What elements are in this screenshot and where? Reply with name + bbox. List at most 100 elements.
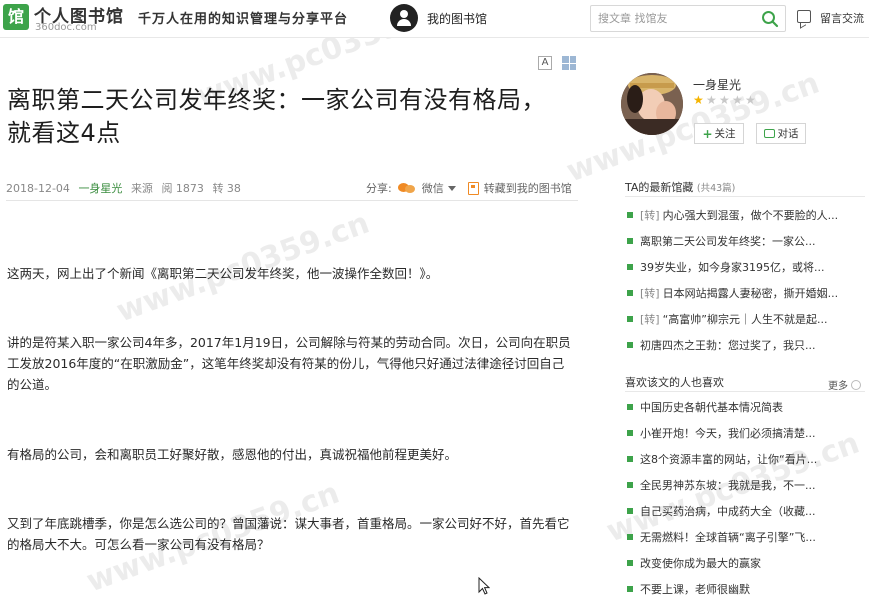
related-heading: 喜欢该文的人也喜欢 [625,376,724,389]
star-icon: ★ [719,93,730,107]
divider [625,391,865,392]
bullet-icon [627,290,633,296]
source-label: 来源 [130,182,153,195]
article-title: 离职第二天公司发年终奖：一家公司有没有格局，就看这4点 [7,86,546,147]
user-rating: ★ ★ ★ ★ ★ [693,94,757,106]
plus-icon: + [702,126,713,141]
bullet-icon [627,586,633,592]
repost-tag: [转] [640,287,660,300]
user-icon [390,4,418,32]
related-item-title: 这8个资源丰富的网站，让你“看片... [640,453,818,466]
chat-button[interactable]: 对话 [756,123,806,144]
save-to-library-button[interactable]: 转藏到我的图书馆 [484,180,572,196]
related-item-title: 改变使你成为最大的赢家 [640,557,761,570]
latest-collection-item[interactable]: 39岁失业，如今身家3195亿，或将... [627,254,838,280]
related-item[interactable]: 小崔开炮！今天，我们必须搞清楚... [627,420,817,446]
bullet-icon [627,238,633,244]
related-item-title: 全民男神苏东坡：我就是我，不一... [640,479,816,492]
article-paragraph: 这两天，网上出了个新闻《离职第二天公司发年终奖，他一波操作全数回！》。 [7,266,439,281]
latest-collection-item-title: 内心强大到混蛋，做个不要脸的人... [662,209,839,222]
message-icon[interactable] [797,10,811,23]
latest-collection-item[interactable]: [转] “高富帅”柳宗元｜人生不就是起... [627,306,838,332]
star-icon: ★ [745,93,756,107]
related-list: 中国历史各朝代基本情况简表小崔开炮！今天，我们必须搞清楚... 这8个资源丰富的网… [627,394,817,601]
bullet-icon [627,430,633,436]
related-item[interactable]: 中国历史各朝代基本情况简表 [627,394,817,420]
save-icon[interactable] [467,181,479,195]
follow-label: 关注 [714,128,736,140]
view-count: 阅 1873 [161,182,204,195]
chat-label: 对话 [777,128,799,140]
related-item-title: 不要上课，老师很幽默 [640,583,750,596]
logo-domain: 360doc.com [35,22,97,33]
latest-collection-item-title: 初唐四杰之王勃：您过奖了，我只... [640,339,816,352]
profile-username-link[interactable]: 一身星光 [693,76,741,93]
related-item[interactable]: 这8个资源丰富的网站，让你“看片... [627,446,817,472]
latest-collection-item-title: 日本网站揭露人妻秘密，撕开婚姻... [662,287,839,300]
repost-tag: [转] [640,209,660,222]
related-item-title: 自己买药治病，中成药大全（收藏... [640,505,816,518]
latest-collection-item-title: 离职第二天公司发年终奖：一家公... [640,235,816,248]
bullet-icon [627,482,633,488]
follow-button[interactable]: + 关注 [694,123,744,144]
related-item-title: 无需燃料！全球首辆“离子引擎”飞... [640,531,816,544]
related-item[interactable]: 全民男神苏东坡：我就是我，不一... [627,472,817,498]
article-paragraph: 有格局的公司，会和离职员工好聚好散，感恩他的付出，真诚祝福他前程更美好。 [7,447,458,462]
logo-icon[interactable]: 馆 [3,4,29,30]
article-paragraph: 讲的是符某入职一家公司4年多，2017年1月19日，公司解除与符某的劳动合同。次… [7,335,571,392]
latest-collection-heading: TA的最新馆藏 (共43篇) [625,181,736,194]
bullet-icon [627,534,633,540]
divider [625,196,865,197]
mouse-cursor-icon [478,577,490,595]
bullet-icon [627,316,633,322]
bullet-icon [627,456,633,462]
font-size-button[interactable]: A [538,56,552,70]
wechat-share-button[interactable]: 微信 [422,180,444,196]
search-input[interactable] [591,6,751,31]
bullet-icon [627,264,633,270]
more-link[interactable]: 更多 [828,377,861,392]
article-meta: 2018-12-04 一身星光 来源 阅 1873 转 38 [6,180,246,196]
bullet-icon [627,342,633,348]
related-item[interactable]: 不要上课，老师很幽默 [627,576,817,601]
star-icon: ★ [693,93,704,107]
article-date: 2018-12-04 [6,182,70,195]
related-item[interactable]: 自己买药治病，中成药大全（收藏... [627,498,817,524]
divider [6,200,578,201]
bullet-icon [627,508,633,514]
layout-toggle-icon[interactable] [562,56,576,70]
related-item-title: 中国历史各朝代基本情况简表 [640,401,783,414]
repost-tag: [转] [640,313,660,326]
article-author-link[interactable]: 一身星光 [78,182,122,195]
my-library-label: 我的图书馆 [427,11,488,26]
latest-collection-item[interactable]: [转] 内心强大到混蛋，做个不要脸的人... [627,202,838,228]
message-link[interactable]: 留言交流 [820,10,864,26]
related-item[interactable]: 无需燃料！全球首辆“离子引擎”飞... [627,524,817,550]
star-icon: ★ [706,93,717,107]
site-slogan: 千万人在用的知识管理与分享平台 [138,12,349,27]
latest-collection-item[interactable]: 离职第二天公司发年终奖：一家公... [627,228,838,254]
bullet-icon [627,212,633,218]
star-icon: ★ [732,93,743,107]
chevron-down-icon[interactable] [447,185,456,191]
search-box [590,5,786,32]
article-paragraph: 又到了年底跳槽季，你是怎么选公司的？曾国藩说：谋大事者，首重格局。一家公司好不好… [7,516,570,552]
search-icon[interactable] [761,10,779,28]
bullet-icon [627,404,633,410]
latest-collection-item[interactable]: [转] 日本网站揭露人妻秘密，撕开婚姻... [627,280,838,306]
bullet-icon [627,560,633,566]
chat-icon [763,129,775,138]
site-header: 馆 个人图书馆 360doc.com 千万人在用的知识管理与分享平台 我的图书馆… [0,0,869,38]
related-item[interactable]: 改变使你成为最大的赢家 [627,550,817,576]
latest-collection-count: (共43篇) [696,183,736,194]
latest-collection-item-title: “高富帅”柳宗元｜人生不就是起... [662,313,828,326]
latest-collection-list: [转] 内心强大到混蛋，做个不要脸的人... 离职第二天公司发年终奖：一家公... 3… [627,202,838,358]
repost-count: 转 38 [212,182,241,195]
share-bar: 分享: 微信 转藏到我的图书馆 [366,180,572,196]
latest-collection-item-title: 39岁失业，如今身家3195亿，或将... [640,261,825,274]
wechat-icon[interactable] [397,182,416,194]
my-library-link[interactable]: 我的图书馆 [390,3,487,33]
latest-collection-item[interactable]: 初唐四杰之王勃：您过奖了，我只... [627,332,838,358]
avatar[interactable] [621,73,683,135]
more-icon [851,379,861,390]
